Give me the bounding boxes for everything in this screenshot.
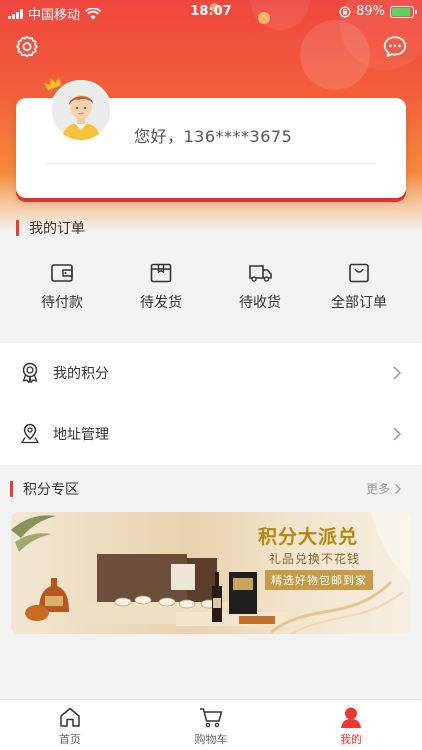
order-all[interactable]: 全部订单 bbox=[311, 262, 407, 312]
banner-headline: 积分大派兑 bbox=[258, 526, 359, 548]
chevron-right-icon bbox=[395, 483, 401, 494]
status-bar: 中国移动 18:07 89% bbox=[0, 0, 422, 24]
message-icon[interactable] bbox=[382, 34, 408, 60]
package-icon bbox=[150, 263, 172, 283]
banner-tag: 精选好物包邮到家 bbox=[265, 570, 373, 590]
menu-item-address-label: 地址管理 bbox=[53, 427, 109, 443]
order-pending-shipment[interactable]: 待发货 bbox=[113, 262, 209, 312]
points-title-text: 积分专区 bbox=[23, 482, 79, 498]
cart-icon bbox=[200, 708, 223, 728]
battery-label: 89% bbox=[356, 4, 385, 19]
tab-bar: 首页 购物车 我的 bbox=[0, 699, 422, 750]
card-divider bbox=[46, 163, 376, 164]
wallet-icon bbox=[51, 264, 73, 282]
orders-title-text: 我的订单 bbox=[29, 221, 85, 237]
truck-icon bbox=[249, 265, 272, 282]
user-greeting: 您好，136****3675 bbox=[134, 127, 293, 146]
tab-mine[interactable]: 我的 bbox=[311, 706, 391, 747]
medal-icon bbox=[22, 362, 38, 384]
banner-subline: 礼品兑换不花钱 bbox=[269, 552, 361, 566]
tab-cart[interactable]: 购物车 bbox=[171, 706, 251, 747]
menu-item-points-label: 我的积分 bbox=[53, 366, 109, 382]
chevron-right-icon bbox=[393, 366, 402, 380]
location-icon bbox=[21, 423, 39, 444]
battery-icon bbox=[390, 5, 417, 18]
chevron-right-icon bbox=[393, 427, 402, 441]
order-pending-receipt[interactable]: 待收货 bbox=[212, 262, 308, 312]
more-link[interactable]: 更多 bbox=[366, 480, 402, 497]
menu-item-address[interactable]: 地址管理 bbox=[0, 404, 422, 464]
menu-item-points[interactable]: 我的积分 bbox=[0, 343, 422, 403]
orders-section-title: 我的订单 bbox=[16, 218, 85, 238]
bag-icon bbox=[349, 263, 369, 283]
tab-home[interactable]: 首页 bbox=[30, 706, 110, 747]
points-section-title: 积分专区 bbox=[10, 479, 79, 499]
rotation-lock-icon bbox=[339, 6, 351, 17]
settings-icon[interactable] bbox=[14, 34, 40, 60]
points-promo-banner[interactable]: 积分大派兑 礼品兑换不花钱 精选好物包邮到家 bbox=[11, 512, 411, 634]
user-icon bbox=[341, 707, 361, 728]
order-pending-payment[interactable]: 待付款 bbox=[14, 262, 110, 312]
home-icon bbox=[60, 707, 80, 727]
